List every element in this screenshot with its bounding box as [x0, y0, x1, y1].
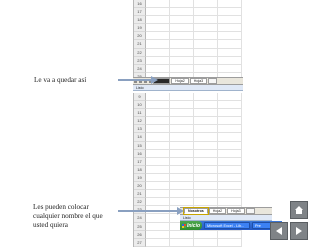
top-status-bar: Listo	[133, 85, 243, 91]
row-header: 20	[134, 32, 146, 41]
row-header: 21	[134, 40, 146, 49]
grid-row: 21	[134, 40, 242, 49]
row-header: 24	[134, 214, 146, 223]
grid-row: 20	[134, 32, 242, 41]
row-header: 20	[134, 182, 146, 191]
grid-row: 13	[134, 125, 242, 134]
grid-row: 16	[134, 149, 242, 158]
grid-row: 15	[134, 141, 242, 150]
row-header: 14	[134, 133, 146, 142]
row-header: 11	[134, 109, 146, 118]
caption-result: Le va a quedar así	[34, 76, 87, 84]
row-header: 16	[134, 0, 146, 9]
caption-rename-hint: Les pueden colocar cualquier nombre el q…	[33, 203, 103, 229]
back-arrow-icon	[276, 227, 282, 235]
grid-row: 19	[134, 24, 242, 33]
tab-hoja3[interactable]: Hoja3	[227, 208, 245, 214]
row-header: 9	[134, 93, 146, 102]
grid-row: 18	[134, 165, 242, 174]
row-header: 18	[134, 165, 146, 174]
next-button[interactable]	[290, 222, 308, 240]
row-header: 23	[134, 56, 146, 65]
grid-row: 14	[134, 133, 242, 142]
row-header: 12	[134, 117, 146, 126]
windows-taskbar: Inicio Microsoft Excel - Lib... Pre	[180, 221, 282, 230]
row-header: 15	[134, 141, 146, 150]
row-header: 16	[134, 149, 146, 158]
status-text: Listo	[136, 85, 144, 90]
grid-row: 12	[134, 117, 242, 126]
taskbar-item-presentation[interactable]: Pre	[252, 222, 272, 229]
grid-row: 11	[134, 109, 242, 118]
insert-sheet-button[interactable]	[208, 78, 218, 84]
row-header: 18	[134, 16, 146, 25]
arrow-top-icon	[118, 76, 158, 84]
row-header: 17	[134, 8, 146, 17]
start-label: Inicio	[186, 222, 201, 229]
grid-row: 21	[134, 190, 242, 199]
row-header: 13	[134, 125, 146, 134]
grid-row: 19	[134, 173, 242, 183]
bottom-sheet-tab-bar: Nosotros Hoja2 Hoja3	[180, 207, 272, 215]
windows-flag-icon	[181, 223, 186, 228]
arrow-bottom-icon	[118, 207, 184, 215]
row-header: 25	[134, 222, 146, 231]
grid-row: 24	[134, 64, 242, 73]
row-header: 19	[134, 24, 146, 33]
taskbar-item-excel[interactable]: Microsoft Excel - Lib...	[204, 222, 250, 229]
grid-row: 9	[134, 93, 242, 102]
tab-hoja2[interactable]: Hoja2	[208, 208, 227, 214]
row-header: 22	[134, 198, 146, 207]
row-header: 26	[134, 230, 146, 239]
grid-row: 17	[134, 157, 242, 166]
row-header: 17	[134, 157, 146, 166]
grid-row: 22	[134, 198, 242, 207]
grid-row: 20	[134, 182, 242, 191]
grid-row: 18	[134, 16, 242, 25]
grid-row: 17	[134, 8, 242, 17]
grid-row: 10	[134, 101, 242, 110]
back-button[interactable]	[270, 222, 288, 240]
grid-row: 26	[134, 230, 242, 239]
grid-row: 16	[134, 0, 242, 9]
start-button[interactable]: Inicio	[180, 221, 202, 230]
next-arrow-icon	[296, 227, 302, 235]
row-header: 24	[134, 64, 146, 73]
row-header: 10	[134, 101, 146, 110]
row-header: 22	[134, 48, 146, 57]
home-button[interactable]	[290, 201, 308, 219]
grid-row: 23	[134, 56, 242, 65]
home-icon	[295, 206, 303, 214]
taskbar-item-label: Pre	[255, 223, 261, 228]
row-header: 19	[134, 173, 146, 183]
taskbar-item-label: Microsoft Excel - Lib...	[207, 223, 245, 228]
grid-row: 22	[134, 48, 242, 57]
tab-hoja2[interactable]: Hoja2	[171, 78, 189, 84]
row-header: 21	[134, 190, 146, 199]
tab-nosotros[interactable]: Nosotros	[183, 207, 209, 215]
tab-hoja3[interactable]: Hoja3	[189, 78, 208, 84]
status-text: Listo	[183, 215, 191, 220]
insert-sheet-button[interactable]	[245, 208, 255, 214]
